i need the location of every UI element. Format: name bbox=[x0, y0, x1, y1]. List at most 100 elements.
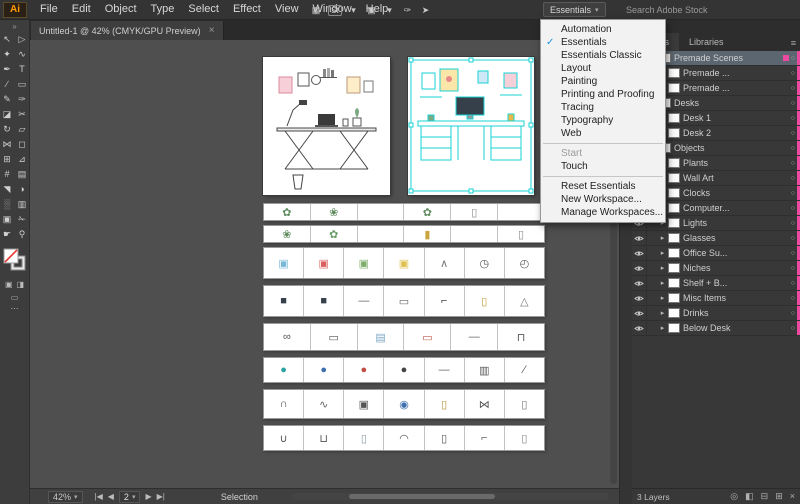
workspace-menu-item-touch[interactable]: Touch bbox=[541, 160, 665, 173]
symbol-cell[interactable]: ∕ bbox=[505, 358, 544, 382]
width-tool-icon[interactable]: ⋈ bbox=[0, 137, 15, 152]
symbol-cell[interactable]: ∞ bbox=[264, 324, 311, 350]
locate-object-icon[interactable]: ◎ bbox=[730, 491, 738, 502]
new-sublayer-icon[interactable]: ⊟ bbox=[761, 491, 769, 502]
symbol-cell[interactable]: ▯ bbox=[505, 390, 544, 418]
symbol-cell[interactable]: ● bbox=[384, 358, 425, 382]
target-circle-icon[interactable]: ○ bbox=[791, 100, 795, 107]
target-circle-icon[interactable]: ○ bbox=[791, 160, 795, 167]
symbol-cell[interactable]: ⌐ bbox=[425, 286, 465, 316]
symbol-cell[interactable]: ▭ bbox=[311, 324, 358, 350]
first-artboard-button[interactable]: |◀ bbox=[95, 492, 103, 501]
symbol-cell[interactable] bbox=[358, 204, 405, 220]
layer-name[interactable]: Desk 2 bbox=[683, 128, 791, 138]
layer-row[interactable]: ▸ Below Desk ○ bbox=[632, 321, 800, 336]
layer-name[interactable]: Wall Art bbox=[683, 173, 791, 183]
symbol-cell[interactable]: ▭ bbox=[404, 324, 452, 350]
previous-artboard-button[interactable]: ◀ bbox=[108, 492, 114, 501]
layer-row[interactable]: ▸ Shelf + B... ○ bbox=[632, 276, 800, 291]
layer-name[interactable]: Desk 1 bbox=[683, 113, 791, 123]
rotate-tool-icon[interactable]: ↻ bbox=[0, 122, 15, 137]
symbol-cell[interactable]: ● bbox=[344, 358, 385, 382]
caret-icon[interactable]: ▾ bbox=[384, 5, 396, 16]
fill-stroke-swatches[interactable] bbox=[3, 248, 27, 277]
expand-chevron-icon[interactable]: ▸ bbox=[658, 264, 667, 272]
workspace-menu-item-typography[interactable]: Typography bbox=[541, 114, 665, 127]
expand-chevron-icon[interactable]: ▸ bbox=[658, 279, 667, 287]
target-circle-icon[interactable]: ○ bbox=[791, 175, 795, 182]
expand-chevron-icon[interactable]: ▸ bbox=[658, 324, 667, 332]
workspace-menu-item-web[interactable]: Web bbox=[541, 127, 665, 140]
menu-type[interactable]: Type bbox=[144, 0, 182, 19]
symbol-sprayer-tool-icon[interactable]: ░ bbox=[0, 197, 15, 212]
adobe-stock-search[interactable] bbox=[620, 3, 745, 17]
target-circle-icon[interactable]: ○ bbox=[791, 115, 795, 122]
target-circle-icon[interactable]: ○ bbox=[791, 295, 795, 302]
symbol-cell[interactable]: ❀ bbox=[264, 226, 311, 242]
panel-menu-icon[interactable]: ≡ bbox=[791, 38, 796, 48]
symbol-cell[interactable]: ⊔ bbox=[304, 426, 345, 450]
visibility-eye-icon[interactable] bbox=[632, 276, 647, 290]
workspace-menu-item-essentials-classic[interactable]: Essentials Classic bbox=[541, 49, 665, 62]
symbol-cell[interactable] bbox=[358, 226, 405, 242]
symbol-artboard-row[interactable]: ∪ ⊔ ▯ ◠ ▯ ⌐ ▯ bbox=[263, 425, 545, 451]
layer-name[interactable]: Drinks bbox=[683, 308, 791, 318]
target-circle-icon[interactable]: ○ bbox=[791, 310, 795, 317]
symbol-cell[interactable]: ▯ bbox=[425, 426, 465, 450]
workspace-menu-item-painting[interactable]: Painting bbox=[541, 75, 665, 88]
symbol-cell[interactable]: ▮ bbox=[404, 226, 452, 242]
direct-selection-tool-icon[interactable]: ▷ bbox=[15, 32, 30, 47]
menu-edit[interactable]: Edit bbox=[65, 0, 98, 19]
target-circle-icon[interactable]: ○ bbox=[791, 325, 795, 332]
symbol-cell[interactable]: ◠ bbox=[384, 426, 425, 450]
layer-row[interactable]: ▸ Glasses ○ bbox=[632, 231, 800, 246]
visibility-eye-icon[interactable] bbox=[632, 321, 647, 335]
symbol-cell[interactable]: ⌐ bbox=[465, 426, 505, 450]
symbol-artboard-row[interactable]: ❀ ✿ ▮ ▯ bbox=[263, 225, 545, 243]
edit-toolbar-icon[interactable]: ⋯ bbox=[11, 304, 19, 313]
visibility-eye-icon[interactable] bbox=[632, 291, 647, 305]
pen-tool-icon[interactable]: ✒ bbox=[0, 62, 15, 77]
symbol-cell[interactable]: ▣ bbox=[304, 248, 345, 278]
target-circle-icon[interactable]: ○ bbox=[791, 85, 795, 92]
bridge-icon[interactable]: ▦ bbox=[310, 5, 322, 16]
symbol-cell[interactable]: ✿ bbox=[404, 204, 452, 220]
stock-badge[interactable]: St bbox=[328, 4, 342, 16]
pencil-tool-icon[interactable]: ✑ bbox=[15, 92, 30, 107]
symbol-cell[interactable]: ✿ bbox=[311, 226, 358, 242]
target-circle-icon[interactable]: ○ bbox=[791, 220, 795, 227]
perspective-grid-tool-icon[interactable]: ⊿ bbox=[15, 152, 30, 167]
arrange-documents-icon[interactable]: ▣ bbox=[366, 5, 378, 16]
symbol-cell[interactable] bbox=[498, 204, 544, 220]
layer-name[interactable]: Plants bbox=[683, 158, 791, 168]
symbol-cell[interactable]: ■ bbox=[304, 286, 345, 316]
close-tab-icon[interactable]: × bbox=[209, 25, 215, 36]
symbol-cell[interactable]: ▯ bbox=[498, 226, 544, 242]
drawing-modes[interactable]: ▣ ◨ bbox=[5, 280, 24, 289]
new-layer-icon[interactable]: ⊞ bbox=[775, 491, 783, 502]
symbol-cell[interactable]: ▣ bbox=[264, 248, 305, 278]
symbol-artboard-row[interactable]: ∩ ∿ ▣ ◉ ▯ ⋈ ▯ bbox=[263, 389, 545, 419]
symbol-cell[interactable]: ■ bbox=[264, 286, 305, 316]
workspace-switcher-button[interactable]: Essentials ▾ bbox=[543, 2, 606, 17]
symbol-artboard-row[interactable]: ● ● ● ● — ▥ ∕ bbox=[263, 357, 545, 383]
scale-tool-icon[interactable]: ▱ bbox=[15, 122, 30, 137]
zoom-tool-icon[interactable]: ⚲ bbox=[15, 227, 30, 242]
selection-tool-icon[interactable]: ↖ bbox=[0, 32, 15, 47]
layer-name[interactable]: Lights bbox=[683, 218, 791, 228]
workspace-menu-item-automation[interactable]: Automation bbox=[541, 23, 665, 36]
gradient-tool-icon[interactable]: ▤ bbox=[15, 167, 30, 182]
slice-tool-icon[interactable]: ✁ bbox=[15, 212, 30, 227]
blend-tool-icon[interactable]: ◑ bbox=[15, 182, 30, 197]
tab-libraries[interactable]: Libraries bbox=[679, 33, 734, 51]
layer-name[interactable]: Glasses bbox=[683, 233, 791, 243]
layer-name[interactable]: Niches bbox=[683, 263, 791, 273]
layer-name[interactable]: Premade ... bbox=[683, 68, 791, 78]
visibility-eye-icon[interactable] bbox=[632, 306, 647, 320]
menu-file[interactable]: File bbox=[33, 0, 65, 19]
layer-name[interactable]: Clocks bbox=[683, 188, 791, 198]
target-circle-icon[interactable]: ○ bbox=[791, 265, 795, 272]
symbol-cell[interactable]: ∪ bbox=[264, 426, 305, 450]
target-circle-icon[interactable]: ○ bbox=[791, 280, 795, 287]
workspace-menu-item-printing-and-proofing[interactable]: Printing and Proofing bbox=[541, 88, 665, 101]
